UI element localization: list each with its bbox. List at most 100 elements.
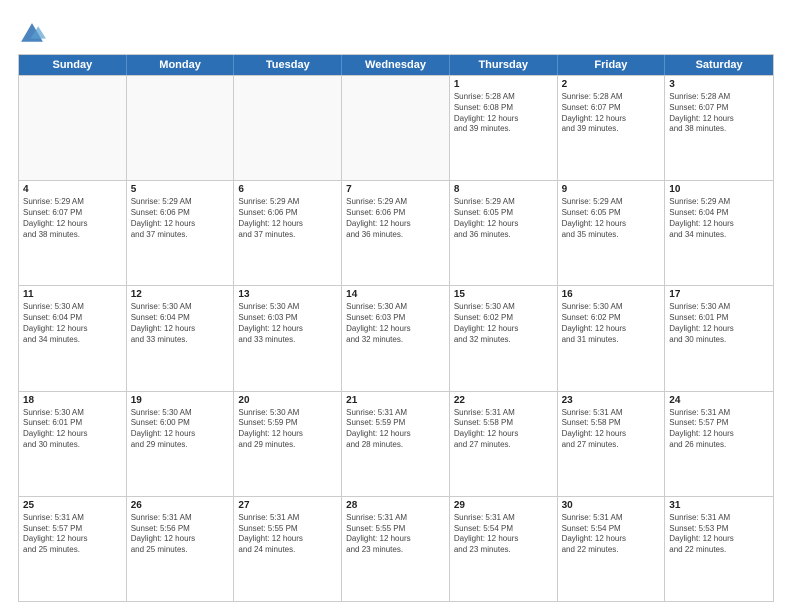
day-info: Sunrise: 5:31 AM Sunset: 5:53 PM Dayligh… xyxy=(669,513,769,556)
cal-week-5: 25 Sunrise: 5:31 AM Sunset: 5:57 PM Dayli… xyxy=(19,496,773,601)
cal-cell-3-5: 15 Sunrise: 5:30 AM Sunset: 6:02 PM Dayli… xyxy=(450,286,558,390)
day-number: 15 xyxy=(454,289,553,300)
cal-cell-4-6: 23 Sunrise: 5:31 AM Sunset: 5:58 PM Dayli… xyxy=(558,392,666,496)
day-info: Sunrise: 5:31 AM Sunset: 5:54 PM Dayligh… xyxy=(562,513,661,556)
day-info: Sunrise: 5:29 AM Sunset: 6:06 PM Dayligh… xyxy=(346,197,445,240)
day-info: Sunrise: 5:31 AM Sunset: 5:56 PM Dayligh… xyxy=(131,513,230,556)
day-number: 16 xyxy=(562,289,661,300)
day-info: Sunrise: 5:30 AM Sunset: 6:02 PM Dayligh… xyxy=(562,302,661,345)
day-number: 4 xyxy=(23,184,122,195)
cal-cell-5-6: 30 Sunrise: 5:31 AM Sunset: 5:54 PM Dayli… xyxy=(558,497,666,601)
cal-cell-1-7: 3 Sunrise: 5:28 AM Sunset: 6:07 PM Daylig… xyxy=(665,76,773,180)
day-info: Sunrise: 5:30 AM Sunset: 6:00 PM Dayligh… xyxy=(131,408,230,451)
day-info: Sunrise: 5:28 AM Sunset: 6:07 PM Dayligh… xyxy=(669,92,769,135)
cal-weekday-thursday: Thursday xyxy=(450,55,558,75)
cal-weekday-tuesday: Tuesday xyxy=(234,55,342,75)
calendar-body: 1Sunrise: 5:28 AM Sunset: 6:08 PM Daylig… xyxy=(19,75,773,601)
cal-cell-3-7: 17 Sunrise: 5:30 AM Sunset: 6:01 PM Dayli… xyxy=(665,286,773,390)
day-number: 31 xyxy=(669,500,769,511)
cal-cell-3-2: 12 Sunrise: 5:30 AM Sunset: 6:04 PM Dayli… xyxy=(127,286,235,390)
cal-cell-3-4: 14 Sunrise: 5:30 AM Sunset: 6:03 PM Dayli… xyxy=(342,286,450,390)
day-info: Sunrise: 5:30 AM Sunset: 6:02 PM Dayligh… xyxy=(454,302,553,345)
cal-weekday-wednesday: Wednesday xyxy=(342,55,450,75)
day-info: Sunrise: 5:29 AM Sunset: 6:04 PM Dayligh… xyxy=(669,197,769,240)
cal-cell-2-6: 9 Sunrise: 5:29 AM Sunset: 6:05 PM Daylig… xyxy=(558,181,666,285)
day-number: 11 xyxy=(23,289,122,300)
day-info: Sunrise: 5:31 AM Sunset: 5:59 PM Dayligh… xyxy=(346,408,445,451)
day-number: 28 xyxy=(346,500,445,511)
cal-weekday-friday: Friday xyxy=(558,55,666,75)
cal-cell-2-1: 4Sunrise: 5:29 AM Sunset: 6:07 PM Daylig… xyxy=(19,181,127,285)
day-number: 3 xyxy=(669,79,769,90)
day-number: 20 xyxy=(238,395,337,406)
day-info: Sunrise: 5:30 AM Sunset: 6:01 PM Dayligh… xyxy=(23,408,122,451)
page: SundayMondayTuesdayWednesdayThursdayFrid… xyxy=(0,0,792,612)
cal-cell-2-3: 6Sunrise: 5:29 AM Sunset: 6:06 PM Daylig… xyxy=(234,181,342,285)
day-info: Sunrise: 5:31 AM Sunset: 5:54 PM Dayligh… xyxy=(454,513,553,556)
cal-cell-1-3 xyxy=(234,76,342,180)
day-info: Sunrise: 5:31 AM Sunset: 5:57 PM Dayligh… xyxy=(669,408,769,451)
cal-cell-4-4: 21Sunrise: 5:31 AM Sunset: 5:59 PM Dayli… xyxy=(342,392,450,496)
cal-cell-2-5: 8 Sunrise: 5:29 AM Sunset: 6:05 PM Daylig… xyxy=(450,181,558,285)
cal-cell-5-3: 27Sunrise: 5:31 AM Sunset: 5:55 PM Dayli… xyxy=(234,497,342,601)
day-number: 25 xyxy=(23,500,122,511)
day-info: Sunrise: 5:31 AM Sunset: 5:58 PM Dayligh… xyxy=(454,408,553,451)
cal-cell-1-6: 2Sunrise: 5:28 AM Sunset: 6:07 PM Daylig… xyxy=(558,76,666,180)
day-number: 30 xyxy=(562,500,661,511)
cal-cell-1-4 xyxy=(342,76,450,180)
day-number: 2 xyxy=(562,79,661,90)
day-info: Sunrise: 5:30 AM Sunset: 6:03 PM Dayligh… xyxy=(346,302,445,345)
cal-cell-5-2: 26Sunrise: 5:31 AM Sunset: 5:56 PM Dayli… xyxy=(127,497,235,601)
cal-cell-2-7: 10 Sunrise: 5:29 AM Sunset: 6:04 PM Dayli… xyxy=(665,181,773,285)
calendar-header: SundayMondayTuesdayWednesdayThursdayFrid… xyxy=(19,55,773,75)
cal-cell-5-7: 31 Sunrise: 5:31 AM Sunset: 5:53 PM Dayli… xyxy=(665,497,773,601)
day-number: 9 xyxy=(562,184,661,195)
cal-cell-4-1: 18 Sunrise: 5:30 AM Sunset: 6:01 PM Dayli… xyxy=(19,392,127,496)
cal-cell-4-2: 19 Sunrise: 5:30 AM Sunset: 6:00 PM Dayli… xyxy=(127,392,235,496)
day-info: Sunrise: 5:29 AM Sunset: 6:06 PM Dayligh… xyxy=(238,197,337,240)
header xyxy=(18,16,774,48)
day-number: 23 xyxy=(562,395,661,406)
day-info: Sunrise: 5:31 AM Sunset: 5:58 PM Dayligh… xyxy=(562,408,661,451)
cal-cell-4-5: 22 Sunrise: 5:31 AM Sunset: 5:58 PM Dayli… xyxy=(450,392,558,496)
cal-week-2: 4Sunrise: 5:29 AM Sunset: 6:07 PM Daylig… xyxy=(19,180,773,285)
day-number: 8 xyxy=(454,184,553,195)
day-info: Sunrise: 5:30 AM Sunset: 6:01 PM Dayligh… xyxy=(669,302,769,345)
cal-cell-5-4: 28 Sunrise: 5:31 AM Sunset: 5:55 PM Dayli… xyxy=(342,497,450,601)
day-number: 13 xyxy=(238,289,337,300)
day-info: Sunrise: 5:29 AM Sunset: 6:06 PM Dayligh… xyxy=(131,197,230,240)
cal-week-3: 11 Sunrise: 5:30 AM Sunset: 6:04 PM Dayli… xyxy=(19,285,773,390)
day-number: 27 xyxy=(238,500,337,511)
cal-week-4: 18 Sunrise: 5:30 AM Sunset: 6:01 PM Dayli… xyxy=(19,391,773,496)
calendar: SundayMondayTuesdayWednesdayThursdayFrid… xyxy=(18,54,774,602)
cal-cell-2-4: 7 Sunrise: 5:29 AM Sunset: 6:06 PM Daylig… xyxy=(342,181,450,285)
day-info: Sunrise: 5:31 AM Sunset: 5:55 PM Dayligh… xyxy=(346,513,445,556)
cal-cell-5-1: 25 Sunrise: 5:31 AM Sunset: 5:57 PM Dayli… xyxy=(19,497,127,601)
cal-cell-3-3: 13Sunrise: 5:30 AM Sunset: 6:03 PM Dayli… xyxy=(234,286,342,390)
day-info: Sunrise: 5:29 AM Sunset: 6:05 PM Dayligh… xyxy=(454,197,553,240)
day-number: 18 xyxy=(23,395,122,406)
day-number: 17 xyxy=(669,289,769,300)
day-info: Sunrise: 5:29 AM Sunset: 6:05 PM Dayligh… xyxy=(562,197,661,240)
cal-weekday-sunday: Sunday xyxy=(19,55,127,75)
day-number: 5 xyxy=(131,184,230,195)
day-number: 29 xyxy=(454,500,553,511)
day-number: 7 xyxy=(346,184,445,195)
cal-cell-1-2 xyxy=(127,76,235,180)
cal-cell-3-6: 16 Sunrise: 5:30 AM Sunset: 6:02 PM Dayli… xyxy=(558,286,666,390)
cal-cell-1-5: 1Sunrise: 5:28 AM Sunset: 6:08 PM Daylig… xyxy=(450,76,558,180)
cal-cell-4-7: 24 Sunrise: 5:31 AM Sunset: 5:57 PM Dayli… xyxy=(665,392,773,496)
logo xyxy=(18,20,50,48)
cal-weekday-monday: Monday xyxy=(127,55,235,75)
day-number: 14 xyxy=(346,289,445,300)
day-number: 22 xyxy=(454,395,553,406)
day-info: Sunrise: 5:31 AM Sunset: 5:57 PM Dayligh… xyxy=(23,513,122,556)
day-number: 19 xyxy=(131,395,230,406)
day-info: Sunrise: 5:30 AM Sunset: 6:04 PM Dayligh… xyxy=(131,302,230,345)
day-number: 1 xyxy=(454,79,553,90)
day-number: 10 xyxy=(669,184,769,195)
cal-cell-3-1: 11Sunrise: 5:30 AM Sunset: 6:04 PM Dayli… xyxy=(19,286,127,390)
day-number: 24 xyxy=(669,395,769,406)
day-number: 12 xyxy=(131,289,230,300)
cal-weekday-saturday: Saturday xyxy=(665,55,773,75)
